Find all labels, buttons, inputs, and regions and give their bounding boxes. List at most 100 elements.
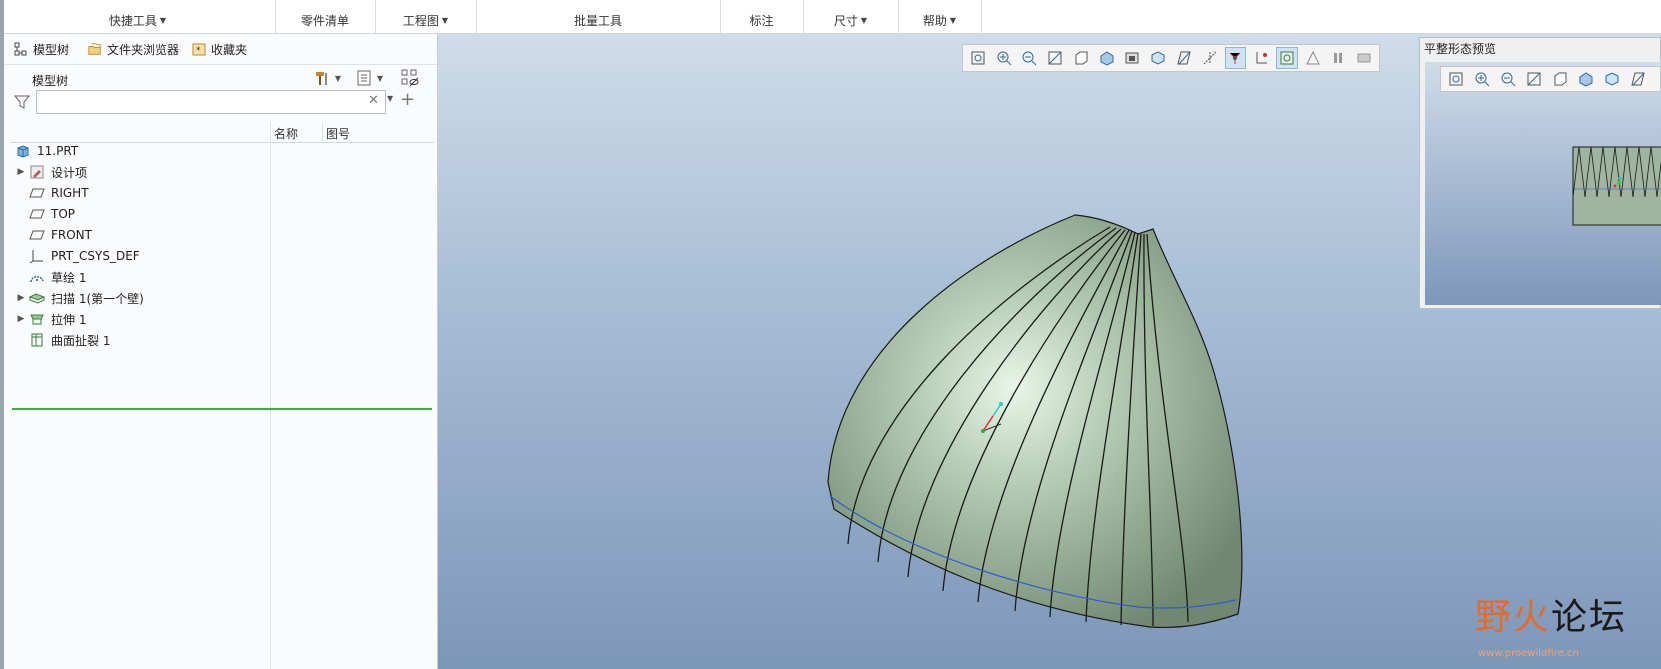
tree-item-csys[interactable]: PRT_CSYS_DEF [14,246,140,266]
zoom-in-icon[interactable] [993,47,1015,69]
ribbon-label: 标注 [749,14,774,28]
add-icon[interactable]: + [400,89,415,110]
watermark-url: www.proewildfire.cn [1478,648,1579,659]
csys-display-icon[interactable] [1250,47,1272,69]
chevron-down-icon: ▼ [860,16,868,25]
zoom-out-icon[interactable] [1497,68,1519,90]
model-tree-title: 模型树 [32,74,69,88]
refit-icon[interactable] [1445,68,1467,90]
tab-folder-browser[interactable]: 文件夹浏览器 [88,38,179,60]
tree-item-sketch[interactable]: 草绘 1 [14,267,86,287]
refit-icon[interactable] [967,47,989,69]
tree-filter-visibility-icon[interactable] [400,68,420,88]
tree-item-sweep[interactable]: ▶ 扫描 1(第一个壁) [14,288,144,308]
tree-item-top[interactable]: TOP [14,204,75,224]
perspective-view-icon[interactable] [1601,68,1623,90]
repaint-icon[interactable] [1523,68,1545,90]
sweep-icon [28,290,46,306]
sketch-icon [28,269,46,285]
zoom-in-icon[interactable] [1471,68,1493,90]
spin-center-icon[interactable] [1302,47,1324,69]
favorites-icon: * [192,42,206,56]
tree-item-label: 拉伸 1 [51,312,87,327]
flat-pattern-render [1572,146,1661,226]
tree-item-design-items[interactable]: ▶ 设计项 [14,162,87,182]
watermark-text-a: 野火 [1475,597,1552,638]
ribbon-group-annotate[interactable]: 标注 [720,0,804,33]
tree-item-right[interactable]: RIGHT [14,183,89,203]
ribbon-group-drawing[interactable]: 工程图 ▼ [375,0,477,33]
display-style-icon[interactable] [1070,47,1092,69]
watermark-logo: 野火论坛 [1475,588,1627,640]
pause-icon[interactable] [1328,47,1350,69]
expand-arrow-icon[interactable]: ▶ [14,314,28,324]
datum-display-icon[interactable] [1627,68,1649,90]
column-drawing-number[interactable]: 图号 [326,125,350,142]
navigator-pane: 模型树 文件夹浏览器 * 收藏夹 模型树 ▼ ▼ ✕ ▼ + 名称 图号 11.… [4,34,438,669]
tab-favorites[interactable]: * 收藏夹 [192,38,247,60]
tree-item-label: PRT_CSYS_DEF [51,249,140,263]
column-divider[interactable] [322,122,323,142]
expand-arrow-icon[interactable]: ▶ [14,293,28,303]
datum-axes-icon[interactable] [1199,47,1221,69]
tree-item-part[interactable]: 11.PRT [14,141,78,161]
divider [4,64,437,65]
ribbon: 快捷工具 ▼ 零件清单 工程图 ▼ 批量工具 标注 尺寸 ▼ 帮助 ▼ [0,0,1661,34]
chevron-down-icon[interactable]: ▼ [332,68,344,88]
ribbon-label: 尺寸 [833,14,858,28]
insert-here-indicator[interactable] [12,408,432,410]
tree-item-label: 草绘 1 [51,270,87,285]
datum-points-icon[interactable] [1224,47,1247,69]
column-name[interactable]: 名称 [274,125,298,142]
tab-label: 模型树 [33,42,70,57]
zoom-out-icon[interactable] [1019,47,1041,69]
tab-label: 收藏夹 [211,42,248,57]
view-manager-icon[interactable] [1122,47,1144,69]
ribbon-label: 工程图 [402,14,439,28]
tree-item-label: 设计项 [51,165,88,180]
svg-text:*: * [196,46,201,56]
ribbon-label: 帮助 [922,14,947,28]
tree-item-extrude[interactable]: ▶ 拉伸 1 [14,309,87,329]
view-toolbar [962,44,1380,72]
chevron-down-icon: ▼ [441,16,449,25]
preview-toolbar [1440,66,1661,92]
chevron-down-icon[interactable]: ▼ [387,94,393,103]
design-items-icon [28,164,46,180]
ribbon-group-help[interactable]: 帮助 ▼ [898,0,982,33]
tree-item-surface-rip[interactable]: 曲面扯裂 1 [14,330,110,350]
ribbon-group-batch-tools[interactable]: 批量工具 [476,0,721,33]
ribbon-label: 快捷工具 [108,14,157,28]
expand-arrow-icon[interactable]: ▶ [14,167,28,177]
filter-icon [13,94,31,113]
column-divider[interactable] [270,122,271,669]
ribbon-group-parts-list[interactable]: 零件清单 [275,0,376,33]
display-style-icon[interactable] [1549,68,1571,90]
surface-rip-icon [28,332,46,348]
search-input[interactable] [36,90,386,114]
saved-orientations-icon[interactable] [1096,47,1118,69]
datum-plane-icon [28,227,46,243]
preview-viewport[interactable] [1425,62,1661,305]
tab-label: 文件夹浏览器 [107,42,180,57]
datum-display-icon[interactable] [1173,47,1195,69]
chevron-down-icon: ▼ [949,16,957,25]
chevron-down-icon[interactable]: ▼ [374,68,386,88]
close-icon[interactable]: ✕ [368,93,379,108]
show-list-icon[interactable] [354,68,374,88]
annotation-display-icon[interactable] [1276,47,1298,69]
tree-column-header: 名称 图号 [10,122,434,143]
datum-plane-icon [28,206,46,222]
tab-model-tree[interactable]: 模型树 [14,38,69,60]
perspective-view-icon[interactable] [1147,47,1169,69]
saved-orientations-icon[interactable] [1575,68,1597,90]
folder-browser-icon [88,42,102,56]
tree-item-label: 曲面扯裂 1 [51,333,111,348]
extrude-icon [28,311,46,327]
dashboard-icon[interactable] [1353,47,1375,69]
tree-item-front[interactable]: FRONT [14,225,92,245]
ribbon-group-dimension[interactable]: 尺寸 ▼ [803,0,899,33]
settings-hammer-icon[interactable] [312,68,332,88]
ribbon-group-quick-tools[interactable]: 快捷工具 ▼ [0,0,276,33]
repaint-icon[interactable] [1044,47,1066,69]
